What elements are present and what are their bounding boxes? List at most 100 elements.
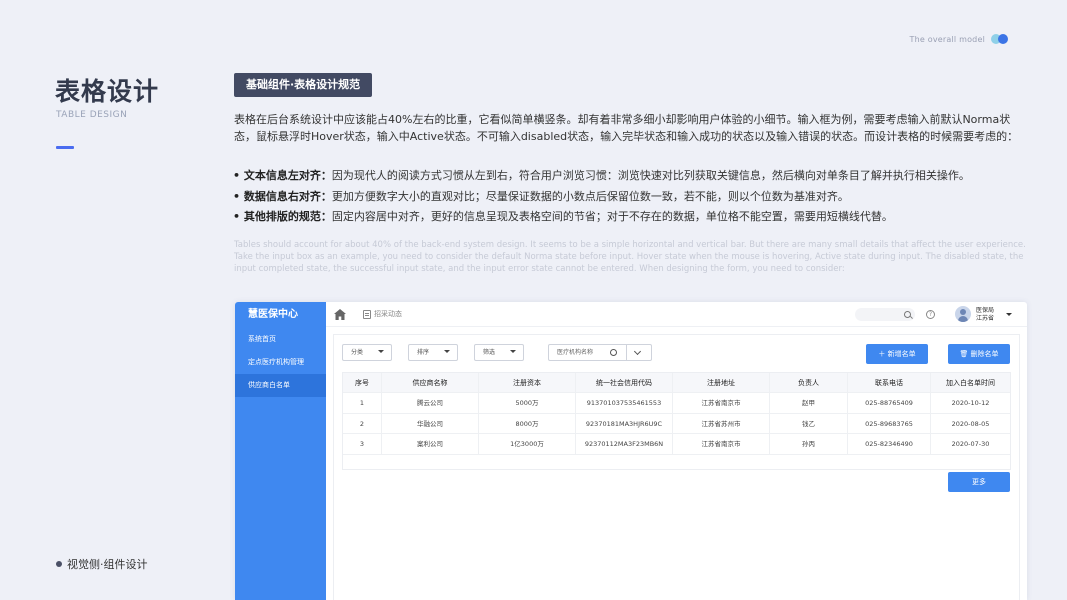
app-brand: 慧医保中心 (248, 309, 298, 320)
col-header[interactable]: 联系电话 (848, 373, 931, 392)
document-icon (363, 309, 371, 319)
table-cell: 8000万 (479, 413, 576, 433)
chevron-down-icon[interactable] (633, 347, 642, 356)
chevron-down-icon (444, 350, 450, 353)
brand-tagline: The overall model (910, 34, 1011, 44)
app-window: 慧医保中心 系统首页 定点医疗机构管理 供应商白名单 招采动态 ? 医保局 江苏… (235, 302, 1027, 600)
delete-button-label: 删除名单 (970, 350, 999, 358)
filter-label: 筛选 (483, 349, 496, 356)
category-select[interactable]: 分类 (342, 344, 392, 361)
bullet-text: 更加方便数字大小的直观对比；尽量保证数据的小数点后保留位数一致，若不能，则以个位… (331, 189, 849, 203)
bullet-item: • 文本信息左对齐：因为现代人的阅读方式习惯从左到右，符合用户浏览习惯：浏览快速… (233, 166, 1033, 187)
page-subtitle: TABLE DESIGN (56, 110, 128, 120)
table-cell: 2020-10-12 (951, 399, 990, 407)
table-row[interactable]: 1 腾云公司 5000万 91370103753546​1553 江苏省南京市 … (343, 393, 1010, 414)
table-cell: 2 (343, 413, 382, 433)
user-info[interactable]: 医保局 江苏省 (976, 307, 994, 322)
divider (626, 344, 627, 361)
category-label: 分类 (351, 349, 364, 356)
table-cell: 2020-07-30 (951, 440, 990, 448)
table-cell: 5000万 (479, 393, 576, 413)
table-cell: 孙丙 (770, 434, 848, 454)
search-placeholder: 医疗机构名称 (557, 349, 594, 356)
main-panel: 分类 排序 筛选 医疗机构名称 ＋ 新增名单 🗑 删除名单 序号 供应商名称 注… (333, 334, 1020, 600)
footer-text: 视觉侧·组件设计 (67, 558, 148, 571)
table-cell: 江苏省南京市 (673, 434, 770, 454)
supplier-table: 序号 供应商名称 注册资本 统一社会信用代码 注册地址 负责人 联系电话 加入白… (342, 372, 1011, 470)
footer-label: 视觉侧·组件设计 (56, 556, 148, 572)
chevron-down-icon (378, 350, 384, 353)
section-tag: 基础组件·表格设计规范 (234, 73, 373, 97)
table-cell: 92370112MA3F23MB6N (576, 434, 673, 454)
col-header[interactable]: 供应商名称 (382, 373, 479, 392)
search-icon[interactable] (610, 349, 617, 356)
col-header[interactable]: 序号 (343, 373, 382, 392)
col-header[interactable]: 注册地址 (673, 373, 770, 392)
table-cell: 钱乙 (770, 413, 848, 433)
table-cell: 腾云公司 (382, 393, 479, 413)
user-name: 医保局 (976, 307, 995, 314)
bullet-list: • 文本信息左对齐：因为现代人的阅读方式习惯从左到右，符合用户浏览习惯：浏览快速… (233, 166, 1033, 228)
topbar: 招采动态 ? 医保局 江苏省 (326, 302, 1027, 327)
help-icon[interactable]: ? (926, 310, 935, 319)
home-icon[interactable] (334, 309, 346, 320)
user-region: 江苏省 (976, 314, 995, 322)
bullet-title: • 其他排版的规范： (233, 210, 332, 223)
trash-icon: 🗑 (959, 350, 971, 358)
sidebar-item-institutions[interactable]: 定点医疗机构管理 (235, 351, 326, 374)
chevron-down-icon[interactable] (1006, 313, 1012, 316)
page-title: 表格设计 (55, 77, 160, 106)
table-cell: 3 (343, 434, 382, 454)
sort-label: 排序 (417, 349, 430, 356)
sidebar: 慧医保中心 系统首页 定点医疗机构管理 供应商白名单 (235, 302, 326, 600)
col-header[interactable]: 负责人 (770, 373, 848, 392)
bullet-item: • 数据信息右对齐：更加方便数字大小的直观对比；尽量保证数据的小数点后保留位数一… (233, 187, 1033, 208)
sort-select[interactable]: 排序 (408, 344, 458, 361)
more-button[interactable]: 更多 (948, 472, 1010, 492)
bullet-dot-icon (56, 561, 62, 567)
delete-whitelist-button[interactable]: 🗑 删除名单 (948, 344, 1010, 364)
chevron-down-icon (510, 350, 516, 353)
english-description: Tables should account for about 40% of t… (234, 240, 1026, 274)
plus-icon: ＋ (878, 350, 888, 358)
col-header[interactable]: 统一社会信用代码 (576, 373, 673, 392)
brand-dots-icon (991, 34, 1011, 44)
table-footer-space (343, 455, 1010, 469)
table-cell: 江苏省苏州市 (673, 413, 770, 433)
table-header: 序号 供应商名称 注册资本 统一社会信用代码 注册地址 负责人 联系电话 加入白… (343, 373, 1010, 393)
tagline-text: The overall model (909, 34, 985, 44)
table-cell: 1 (343, 393, 382, 413)
table-cell: 92370181MA3HJR6U9C (576, 413, 673, 433)
sidebar-item-home[interactable]: 系统首页 (235, 328, 326, 351)
filter-select[interactable]: 筛选 (474, 344, 524, 361)
table-cell: 江苏省南京市 (673, 393, 770, 413)
table-cell: 1亿3000万 (479, 434, 576, 454)
table-row[interactable]: 3 案利公司 1亿3000万 92370112MA3F23MB6N 江苏省南京市… (343, 434, 1010, 455)
sidebar-item-whitelist[interactable]: 供应商白名单 (235, 374, 326, 397)
col-header[interactable]: 加入白名单时间 (931, 373, 1010, 392)
table-cell: 025-88765409 (848, 393, 931, 413)
table-cell: 2020-08-05 (951, 419, 990, 428)
table-cell: 赵甲 (770, 393, 848, 413)
table-cell: 案利公司 (382, 434, 479, 454)
col-header[interactable]: 注册资本 (479, 373, 576, 392)
avatar[interactable] (955, 306, 971, 322)
institution-search-input[interactable]: 医疗机构名称 (548, 344, 652, 361)
bullet-item: • 其他排版的规范：固定内容居中对齐，更好的信息呈现及表格空间的节省；对于不存在… (233, 207, 1033, 228)
bullet-title: • 文本信息左对齐： (233, 169, 332, 182)
add-button-label: 新增名单 (887, 350, 916, 358)
breadcrumb-label: 招采动态 (374, 310, 402, 318)
table-cell: 91370103753546​1553 (576, 393, 673, 413)
add-whitelist-button[interactable]: ＋ 新增名单 (866, 344, 928, 364)
table-cell: 025-89683765 (848, 413, 931, 433)
breadcrumb[interactable]: 招采动态 (363, 309, 402, 319)
bullet-text: 固定内容居中对齐，更好的信息呈现及表格空间的节省；对于不存在的数据，单位格不能空… (331, 210, 893, 223)
bullet-text: 因为现代人的阅读方式习惯从左到右，符合用户浏览习惯：浏览快速对比列获取关键信息，… (331, 169, 970, 182)
table-cell: 025-82346490 (848, 434, 931, 454)
bullet-title: • 数据信息右对齐： (233, 189, 332, 203)
search-icon[interactable] (904, 311, 911, 318)
title-accent-bar (56, 146, 74, 149)
table-cell: 华融公司 (382, 413, 479, 433)
section-paragraph: 表格在后台系统设计中应该能占40%左右的比重，它看似简单横竖条。却有着非常多细小… (234, 113, 1019, 143)
table-row[interactable]: 2 华融公司 8000万 92370181MA3HJR6U9C 江苏省苏州市 钱… (343, 413, 1010, 434)
